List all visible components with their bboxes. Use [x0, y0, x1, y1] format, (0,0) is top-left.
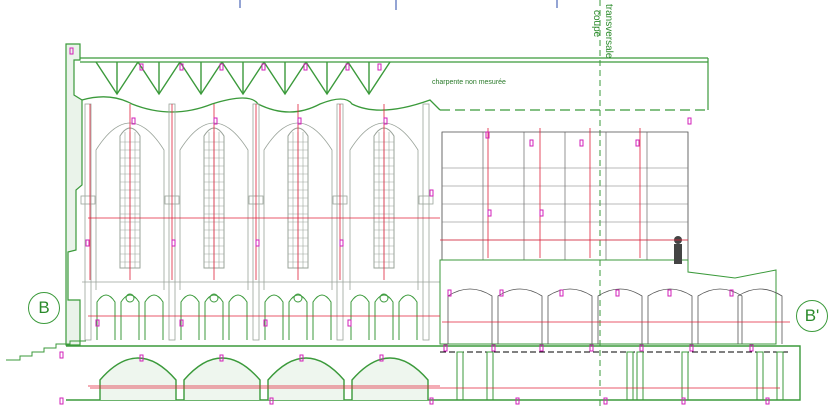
scale-figure [674, 244, 682, 264]
height-tag [687, 117, 692, 125]
height-tag [339, 239, 344, 247]
crypt-pier [776, 351, 784, 401]
height-tag [429, 189, 434, 197]
height-tag [765, 397, 770, 405]
height-tag [579, 139, 584, 147]
nave-column [422, 103, 430, 341]
height-markers [59, 47, 770, 405]
wing-lower-arch [597, 288, 643, 344]
height-tag [171, 239, 176, 247]
left-wall [65, 43, 83, 346]
grid-marker-b: B [28, 292, 60, 324]
height-tag [559, 289, 564, 297]
crypt-pier [756, 351, 764, 401]
crypt-pier [636, 351, 644, 401]
top-guide-ticks [239, 0, 558, 10]
height-tag [347, 319, 352, 327]
height-tag [429, 397, 434, 405]
height-tag [377, 63, 382, 71]
crypt-vault-arch [267, 357, 345, 400]
height-tag [499, 289, 504, 297]
height-tag [255, 239, 260, 247]
height-tag [59, 397, 64, 405]
lower-arcade-arch [180, 294, 200, 340]
height-tag [219, 63, 224, 71]
wing-lower-arch [447, 288, 493, 344]
wing-lower-arch [697, 288, 743, 344]
lower-arcade-arch [398, 294, 418, 340]
height-tag [635, 139, 640, 147]
lower-arcade-arch [96, 294, 116, 340]
height-tag [487, 209, 492, 217]
lower-arcade-arch [228, 294, 248, 340]
lower-arcade-arch [312, 294, 332, 340]
height-tag [515, 397, 520, 405]
column-capital [80, 195, 96, 205]
crypt-vault-arch [183, 357, 261, 400]
crypt-vault-arch [351, 357, 429, 400]
crypt-vault-arch [99, 357, 177, 400]
height-tag [529, 139, 534, 147]
lower-arcade-arch [144, 294, 164, 340]
height-tag [261, 63, 266, 71]
height-tag [667, 289, 672, 297]
height-tag [303, 63, 308, 71]
height-tag [485, 131, 490, 139]
nave-vault-profile [81, 96, 441, 113]
lower-arcade-arch [264, 294, 284, 340]
height-tag [603, 397, 608, 405]
height-tag [615, 289, 620, 297]
crypt-pier [626, 351, 634, 401]
lower-arcade-arch [350, 294, 370, 340]
crypt-pier [486, 351, 494, 401]
grid-marker-b-prime: B' [796, 300, 828, 332]
section-title-line2: transversale [603, 4, 614, 59]
height-tag [59, 351, 64, 359]
height-tag [345, 63, 350, 71]
height-tag [681, 397, 686, 405]
nave-elevation [80, 103, 440, 341]
crypt-arches [66, 345, 801, 401]
crypt-pier [456, 351, 464, 401]
section-title-line1: coupe [591, 10, 602, 38]
wing-lower-arch [737, 288, 783, 344]
wing-lower-arch [497, 288, 543, 344]
roof-frame [80, 57, 709, 111]
wing-lower-arch [547, 288, 593, 344]
side-wing-elevation [439, 131, 783, 345]
height-tag [85, 239, 90, 247]
column-capital [418, 195, 434, 205]
roof-note-label: charpente non mesurée [432, 79, 506, 86]
crypt-pier [681, 351, 689, 401]
height-tag [539, 209, 544, 217]
section-drawing [6, 0, 801, 409]
wing-lower-outline [439, 259, 777, 345]
wing-lower-arch [647, 288, 693, 344]
